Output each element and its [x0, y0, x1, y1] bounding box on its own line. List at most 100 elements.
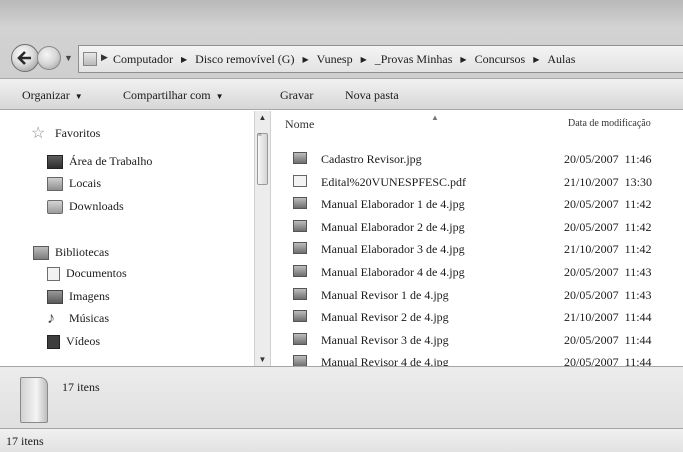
file-date-modified: 20/05/2007 11:42 [564, 219, 652, 234]
file-name: Manual Revisor 3 de 4.jpg [321, 332, 449, 347]
image-file-icon [293, 310, 307, 323]
file-date-modified: 20/05/2007 11:44 [564, 355, 652, 366]
column-header-name[interactable]: Nome [285, 117, 314, 132]
table-row[interactable]: Manual Elaborador 4 de 4.jpg 20/05/2007 1… [272, 262, 683, 284]
image-file-icon [293, 197, 307, 210]
navigation-scrollbar[interactable]: ▲ ≡ ▼ [254, 111, 271, 366]
command-bar: Organizar ▼ Compartilhar com ▼ Gravar Nova… [0, 78, 683, 110]
chevron-right-icon[interactable]: ▶ [181, 55, 187, 64]
folder-icon [83, 52, 97, 66]
chevron-right-icon[interactable]: ▶ [460, 55, 466, 64]
sidebar-item-videos[interactable]: Vídeos [47, 334, 100, 349]
image-file-icon [293, 152, 307, 164]
sidebar-item-pictures[interactable]: Imagens [47, 289, 110, 304]
sidebar-item-libraries[interactable]: Bibliotecas [33, 245, 109, 260]
sidebar-item-label: Bibliotecas [55, 245, 109, 259]
sidebar-item-label: Favoritos [55, 126, 101, 140]
sidebar-item-label: Documentos [66, 266, 127, 280]
chevron-down-icon: ▼ [215, 92, 224, 101]
breadcrumb-item[interactable]: Computador ▶ [113, 52, 195, 67]
back-arrow-icon [17, 51, 31, 65]
breadcrumb-item[interactable]: Disco removível (G) ▶ [195, 52, 316, 67]
libraries-icon [33, 245, 49, 260]
chevron-right-icon[interactable]: ▶ [302, 55, 308, 64]
file-name: Manual Revisor 4 de 4.jpg [321, 355, 449, 366]
breadcrumb-label: _Provas Minhas [374, 51, 453, 66]
sidebar-item-recent-places[interactable]: Locais [47, 176, 101, 191]
sort-ascending-icon: ▲ [431, 113, 439, 122]
file-date-modified: 20/05/2007 11:44 [564, 332, 652, 347]
table-row[interactable]: Cadastro Revisor.jpg 20/05/2007 11:46 [272, 149, 683, 171]
documents-icon [47, 266, 60, 281]
image-file-icon [293, 287, 307, 300]
chevron-right-icon[interactable]: ▶ [101, 52, 108, 63]
scroll-down-icon[interactable]: ▼ [255, 355, 270, 364]
burn-label: Gravar [280, 88, 314, 102]
pdf-file-icon [293, 174, 307, 187]
file-date-modified: 21/10/2007 11:44 [564, 310, 652, 325]
recent-pages-dropdown[interactable]: ▼ [64, 53, 73, 63]
pictures-icon [47, 289, 63, 304]
file-name: Cadastro Revisor.jpg [321, 152, 422, 166]
image-file-icon [293, 242, 307, 255]
chevron-down-icon: ▼ [74, 92, 83, 101]
organize-button[interactable]: Organizar ▼ [22, 88, 83, 103]
chevron-right-icon[interactable]: ▶ [533, 55, 539, 64]
file-name: Manual Elaborador 4 de 4.jpg [321, 265, 465, 279]
sidebar-item-downloads[interactable]: Downloads [47, 199, 124, 214]
new-folder-label: Nova pasta [345, 88, 399, 102]
table-row[interactable]: Edital%20VUNESPFESC.pdf 21/10/2007 13:30 [272, 172, 683, 194]
sidebar-item-label: Área de Trabalho [69, 154, 153, 168]
status-item-count: 17 itens [6, 434, 44, 448]
forward-button[interactable] [37, 46, 61, 70]
title-bar: ▼ ▶ Computador ▶ Disco removível (G) ▶ Vunes… [0, 0, 683, 78]
share-with-button[interactable]: Compartilhar com ▼ [123, 88, 224, 103]
breadcrumb-label: Concursos [474, 51, 526, 66]
file-name: Manual Elaborador 3 de 4.jpg [321, 242, 465, 257]
music-icon: ♪ [47, 309, 55, 327]
file-date-modified: 20/05/2007 11:43 [564, 287, 652, 302]
table-row[interactable]: Manual Revisor 1 de 4.jpg 20/05/2007 11:4… [272, 285, 683, 307]
file-name: Manual Elaborador 2 de 4.jpg [321, 219, 465, 234]
file-date-modified: 20/05/2007 11:43 [564, 265, 652, 279]
address-bar[interactable]: ▶ Computador ▶ Disco removível (G) ▶ Vunesp ▶… [78, 45, 683, 73]
table-row[interactable]: Manual Revisor 4 de 4.jpg 20/05/2007 11:4… [272, 352, 683, 366]
burn-button[interactable]: Gravar [280, 88, 313, 103]
downloads-icon [47, 199, 63, 214]
back-button[interactable] [11, 44, 39, 72]
file-name: Edital%20VUNESPFESC.pdf [321, 174, 467, 189]
scrollbar-thumb[interactable] [257, 133, 268, 185]
file-date-modified: 20/05/2007 11:46 [564, 152, 652, 166]
breadcrumb-item[interactable]: _Provas Minhas ▶ [375, 52, 475, 67]
table-row[interactable]: Manual Elaborador 3 de 4.jpg 21/10/2007 1… [272, 239, 683, 261]
table-row[interactable]: Manual Revisor 2 de 4.jpg 21/10/2007 11:4… [272, 307, 683, 329]
breadcrumb-item[interactable]: Aulas [547, 52, 575, 67]
chevron-right-icon[interactable]: ▶ [361, 55, 367, 64]
sidebar-item-music[interactable]: ♪ Músicas [47, 309, 109, 327]
breadcrumb-label: Vunesp [316, 51, 353, 66]
breadcrumb-item[interactable]: Vunesp ▶ [317, 52, 375, 67]
table-row[interactable]: Manual Revisor 3 de 4.jpg 20/05/2007 11:4… [272, 330, 683, 352]
breadcrumb-label: Disco removível (G) [195, 51, 295, 66]
new-folder-button[interactable]: Nova pasta [345, 88, 399, 103]
sidebar-item-desktop[interactable]: Área de Trabalho [47, 154, 152, 169]
image-file-icon [293, 332, 307, 345]
sidebar-item-favorites[interactable]: ☆ Favoritos [31, 124, 101, 142]
file-name: Manual Elaborador 1 de 4.jpg [321, 197, 465, 212]
breadcrumb-label: Aulas [547, 51, 576, 66]
breadcrumb-item[interactable]: Concursos ▶ [475, 52, 548, 67]
table-row[interactable]: Manual Elaborador 2 de 4.jpg 20/05/2007 1… [272, 217, 683, 239]
table-row[interactable]: Manual Elaborador 1 de 4.jpg 20/05/2007 1… [272, 194, 683, 216]
breadcrumb-label: Computador [113, 51, 173, 66]
sidebar-item-documents[interactable]: Documentos [47, 266, 127, 281]
sidebar-item-label: Downloads [69, 199, 124, 213]
details-item-count: 17 itens [62, 380, 100, 394]
organize-label: Organizar [22, 88, 70, 102]
scroll-up-icon[interactable]: ▲ [255, 113, 270, 122]
file-date-modified: 21/10/2007 13:30 [564, 174, 653, 189]
grip-icon: ≡ [258, 131, 262, 139]
navigation-pane: ☆ Favoritos Área de Trabalho Locais Down… [0, 111, 254, 366]
status-bar: 17 itens [0, 428, 683, 452]
star-icon: ☆ [31, 124, 46, 142]
column-header-date-modified[interactable]: Data de modificação [568, 118, 651, 129]
